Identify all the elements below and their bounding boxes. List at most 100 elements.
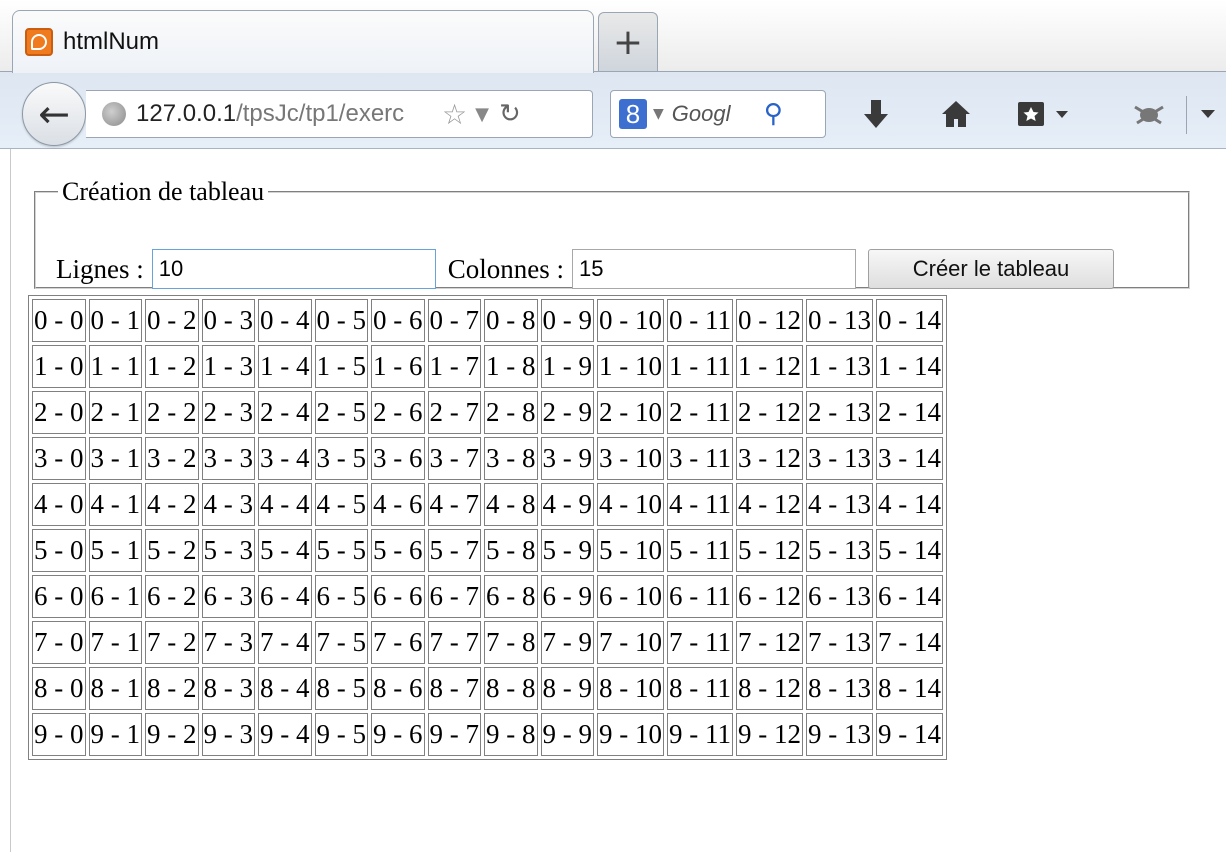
table-cell: 5 - 13 — [806, 529, 873, 572]
rows-input[interactable] — [151, 249, 436, 289]
table-cell: 0 - 5 — [314, 299, 368, 342]
table-cell: 3 - 12 — [736, 437, 803, 480]
table-cell: 5 - 8 — [484, 529, 538, 572]
bug-icon[interactable] — [1126, 94, 1172, 134]
table-cell: 6 - 8 — [484, 575, 538, 618]
table-cell: 4 - 11 — [667, 483, 733, 526]
table-cell: 7 - 8 — [484, 621, 538, 664]
bookmark-star-icon[interactable]: ☆ — [442, 98, 467, 131]
table-cell: 2 - 3 — [201, 391, 255, 434]
table-cell: 6 - 6 — [371, 575, 425, 618]
table-cell: 2 - 7 — [427, 391, 481, 434]
table-cell: 9 - 0 — [32, 713, 86, 756]
table-cell: 2 - 9 — [540, 391, 594, 434]
browser-chrome: htmlNum + ← 127.0.0.1/tpsJc/tp1/exerc ☆ … — [0, 0, 1226, 149]
url-path: /tpsJc/tp1/exerc — [236, 100, 405, 127]
table-cell: 1 - 8 — [484, 345, 538, 388]
table-cell: 4 - 8 — [484, 483, 538, 526]
table-cell: 9 - 8 — [484, 713, 538, 756]
tab-title: htmlNum — [63, 28, 160, 55]
table-cell: 1 - 6 — [371, 345, 425, 388]
table-cell: 7 - 3 — [201, 621, 255, 664]
table-cell: 2 - 0 — [32, 391, 86, 434]
search-input[interactable]: Googl — [672, 101, 760, 127]
download-icon[interactable] — [856, 94, 896, 134]
table-cell: 9 - 1 — [88, 713, 142, 756]
table-cell: 7 - 13 — [806, 621, 873, 664]
table-cell: 5 - 6 — [371, 529, 425, 572]
table-cell: 0 - 12 — [736, 299, 803, 342]
table-cell: 2 - 1 — [88, 391, 142, 434]
search-bar[interactable]: 8 ▼ Googl ⚲ — [610, 90, 826, 138]
table-cell: 2 - 12 — [736, 391, 803, 434]
table-cell: 3 - 11 — [667, 437, 733, 480]
table-cell: 0 - 2 — [145, 299, 199, 342]
menu-dropdown-icon[interactable] — [1194, 94, 1222, 134]
back-button[interactable]: ← — [22, 82, 86, 146]
search-engine-dropdown-icon[interactable]: ▼ — [653, 106, 664, 122]
table-cell: 9 - 6 — [371, 713, 425, 756]
search-go-icon[interactable]: ⚲ — [764, 99, 783, 129]
table-cell: 9 - 4 — [258, 713, 312, 756]
generated-table: 0 - 00 - 10 - 20 - 30 - 40 - 50 - 60 - 7… — [28, 295, 947, 760]
table-cell: 3 - 8 — [484, 437, 538, 480]
table-cell: 7 - 5 — [314, 621, 368, 664]
table-cell: 0 - 0 — [32, 299, 86, 342]
table-cell: 1 - 5 — [314, 345, 368, 388]
table-cell: 1 - 1 — [88, 345, 142, 388]
table-cell: 6 - 7 — [427, 575, 481, 618]
table-cell: 7 - 0 — [32, 621, 86, 664]
table-cell: 7 - 11 — [667, 621, 733, 664]
table-cell: 9 - 2 — [145, 713, 199, 756]
table-cell: 4 - 10 — [597, 483, 664, 526]
table-cell: 8 - 5 — [314, 667, 368, 710]
navigation-toolbar: ← 127.0.0.1/tpsJc/tp1/exerc ☆ ▼ ↻ 8 ▼ Go… — [0, 72, 1226, 148]
bookmarks-icon[interactable] — [1016, 94, 1086, 134]
url-history-dropdown-icon[interactable]: ▼ — [475, 104, 489, 125]
table-cell: 8 - 1 — [88, 667, 142, 710]
cols-label: Colonnes : — [447, 253, 565, 284]
table-cell: 8 - 14 — [876, 667, 943, 710]
form-legend: Création de tableau — [62, 177, 265, 206]
table-cell: 2 - 8 — [484, 391, 538, 434]
table-cell: 8 - 2 — [145, 667, 199, 710]
table-cell: 0 - 4 — [258, 299, 312, 342]
table-cell: 7 - 9 — [540, 621, 594, 664]
table-cell: 0 - 7 — [427, 299, 481, 342]
table-cell: 1 - 11 — [667, 345, 733, 388]
table-cell: 3 - 14 — [876, 437, 943, 480]
table-cell: 2 - 10 — [597, 391, 664, 434]
table-cell: 1 - 13 — [806, 345, 873, 388]
table-cell: 9 - 13 — [806, 713, 873, 756]
table-cell: 8 - 11 — [667, 667, 733, 710]
table-cell: 5 - 11 — [667, 529, 733, 572]
create-table-button[interactable]: Créer le tableau — [868, 249, 1115, 289]
page-content: Création de tableau Lignes : Colonnes : … — [0, 149, 1226, 852]
google-search-engine-icon[interactable]: 8 — [619, 99, 647, 129]
table-cell: 0 - 9 — [540, 299, 594, 342]
table-row: 5 - 05 - 15 - 25 - 35 - 45 - 55 - 65 - 7… — [32, 529, 943, 572]
table-cell: 9 - 3 — [201, 713, 255, 756]
table-cell: 8 - 13 — [806, 667, 873, 710]
table-cell: 4 - 2 — [145, 483, 199, 526]
url-bar[interactable]: 127.0.0.1/tpsJc/tp1/exerc ☆ ▼ ↻ — [86, 90, 593, 138]
home-icon[interactable] — [936, 94, 976, 134]
toolbar-separator — [1186, 96, 1187, 134]
reload-icon[interactable]: ↻ — [499, 99, 521, 129]
table-cell: 5 - 14 — [876, 529, 943, 572]
form-row: Lignes : Colonnes : Créer le tableau — [56, 249, 1115, 289]
table-cell: 6 - 14 — [876, 575, 943, 618]
cols-input[interactable] — [572, 249, 857, 289]
table-cell: 5 - 0 — [32, 529, 86, 572]
table-cell: 3 - 3 — [201, 437, 255, 480]
url-text[interactable]: 127.0.0.1/tpsJc/tp1/exerc — [136, 100, 436, 128]
table-cell: 6 - 11 — [667, 575, 733, 618]
table-cell: 2 - 4 — [258, 391, 312, 434]
table-cell: 6 - 1 — [88, 575, 142, 618]
table-cell: 0 - 11 — [667, 299, 733, 342]
tab-htmlnum[interactable]: htmlNum — [12, 10, 594, 73]
table-cell: 4 - 4 — [258, 483, 312, 526]
table-cell: 5 - 5 — [314, 529, 368, 572]
new-tab-button[interactable]: + — [598, 12, 658, 71]
table-cell: 5 - 4 — [258, 529, 312, 572]
